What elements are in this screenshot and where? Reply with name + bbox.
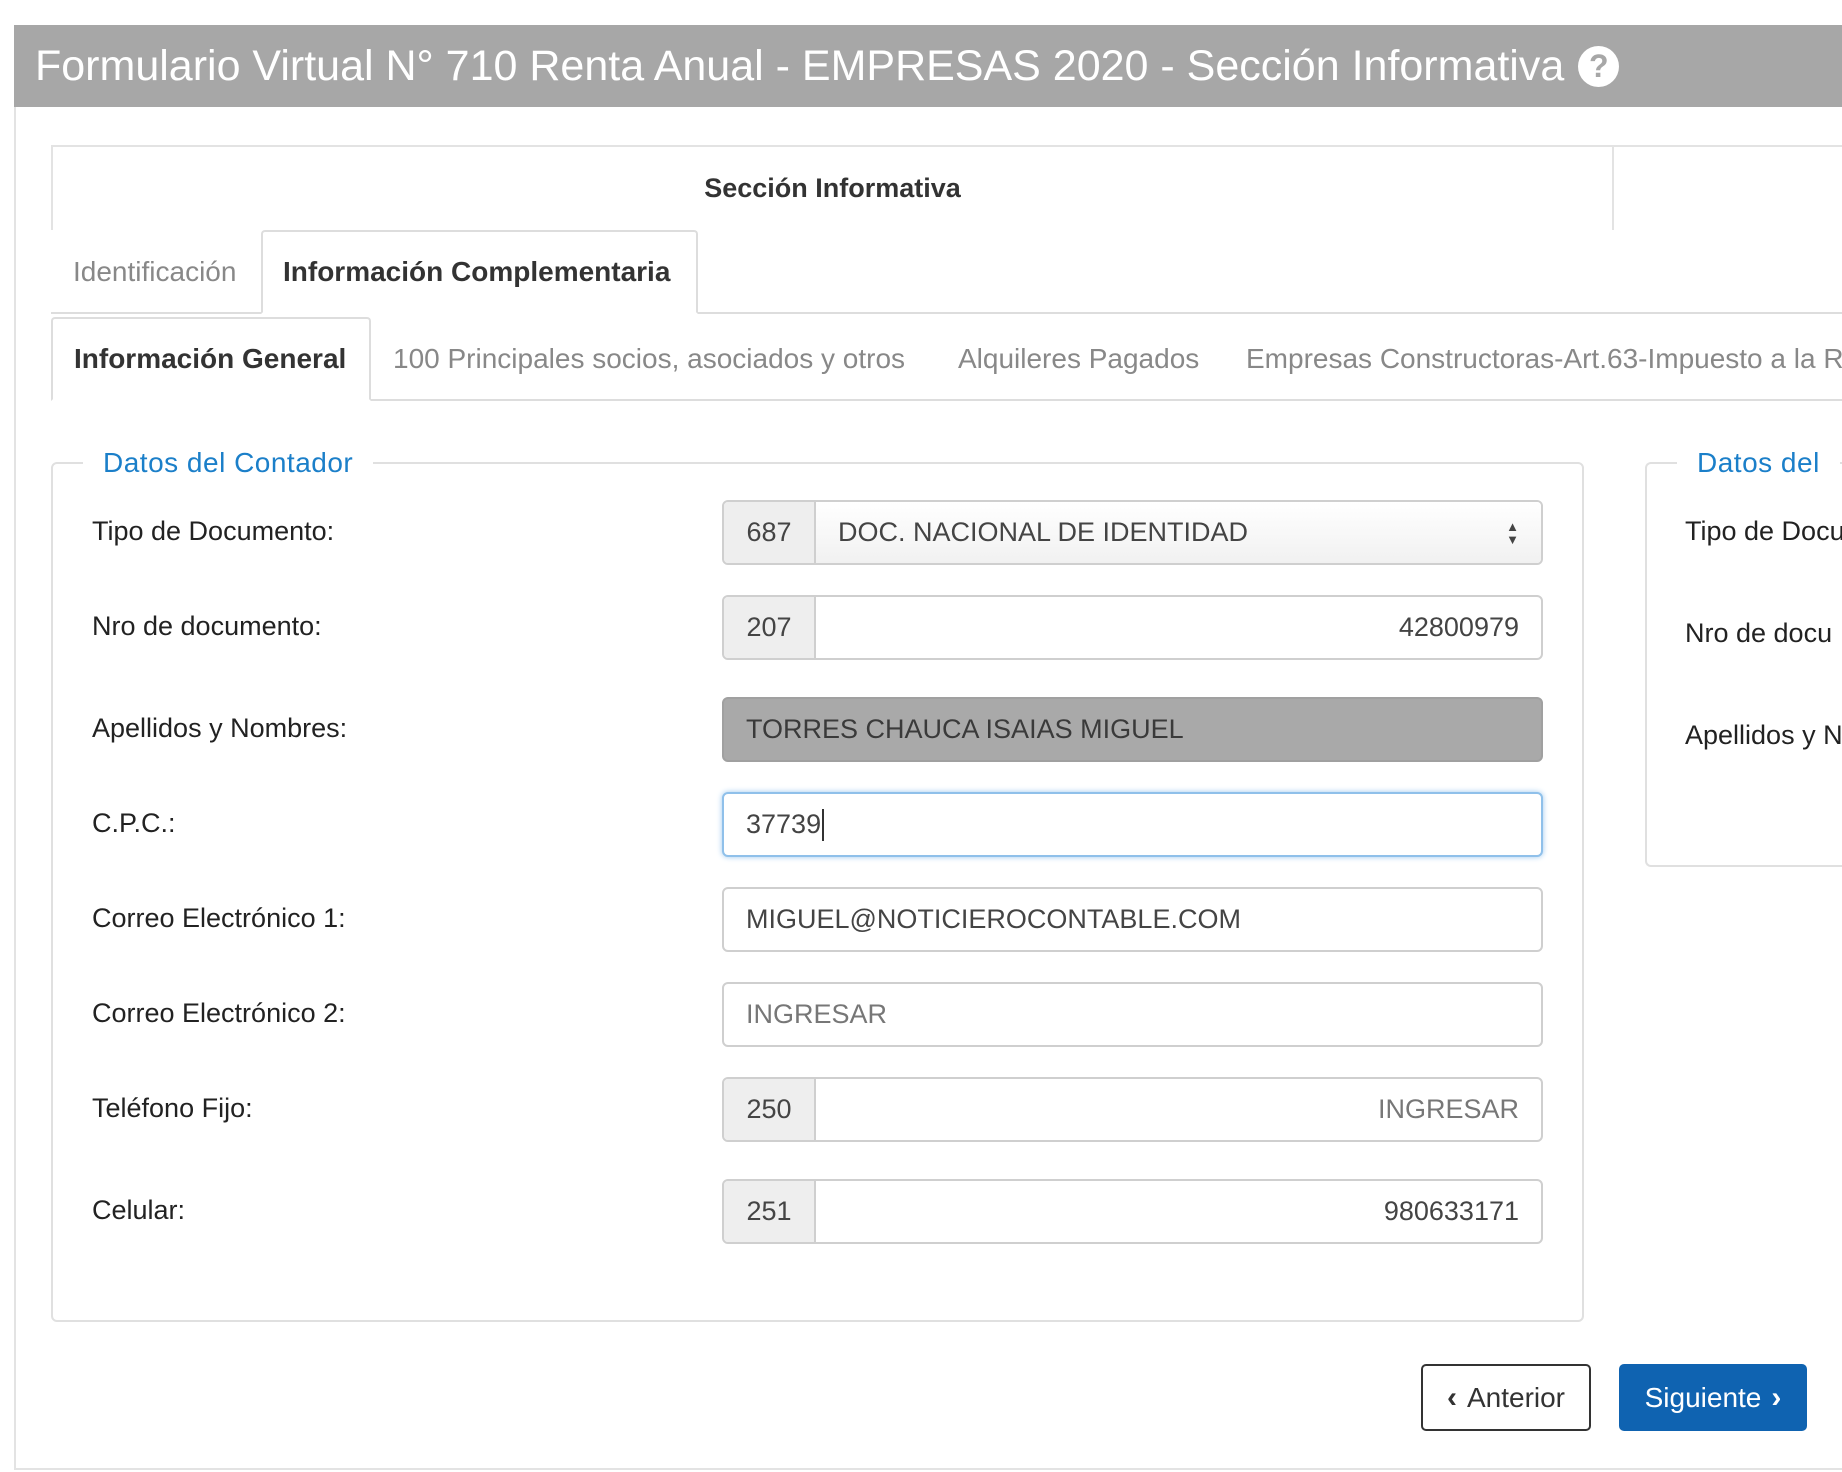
cpc-value: 37739 bbox=[746, 809, 822, 839]
nro-documento-input[interactable]: 207 42800979 bbox=[722, 595, 1543, 660]
apellidos-nombres-label: Apellidos y Nombres: bbox=[92, 713, 348, 743]
tab-alquileres-pagados[interactable]: Alquileres Pagados bbox=[936, 317, 1199, 401]
tab-label: Alquileres Pagados bbox=[958, 343, 1200, 374]
telefono-fijo-code: 250 bbox=[724, 1079, 816, 1140]
cpc-label: C.P.C.: bbox=[92, 808, 176, 838]
right-tipo-documento-label: Tipo de Docu bbox=[1685, 516, 1842, 546]
telefono-fijo-placeholder: INGRESAR bbox=[1377, 1094, 1519, 1124]
tab-principales-socios[interactable]: 100 Principales socios, asociados y otro… bbox=[371, 317, 905, 401]
text-caret bbox=[822, 808, 825, 841]
tipo-documento-value: DOC. NACIONAL DE IDENTIDAD bbox=[838, 517, 1249, 547]
tab-informacion-general[interactable]: Información General bbox=[51, 317, 371, 401]
tab-label: Identificación bbox=[73, 256, 237, 287]
celular-code: 251 bbox=[724, 1181, 816, 1242]
section-header: Sección Informativa bbox=[51, 145, 1614, 230]
select-arrows-icon: ▲ ▼ bbox=[1506, 518, 1519, 547]
chevron-left-icon: ‹ bbox=[1446, 1380, 1457, 1414]
correo1-value: MIGUEL@NOTICIEROCONTABLE.COM bbox=[746, 904, 1241, 934]
correo1-input[interactable]: MIGUEL@NOTICIEROCONTABLE.COM bbox=[722, 887, 1543, 952]
siguiente-label: Siguiente bbox=[1644, 1381, 1762, 1413]
correo1-label: Correo Electrónico 1: bbox=[92, 903, 346, 933]
nro-documento-label: Nro de documento: bbox=[92, 611, 322, 641]
section-title: Sección Informativa bbox=[704, 173, 961, 203]
tab-empresas-constructoras[interactable]: Empresas Constructoras-Art.63-Impuesto a… bbox=[1224, 317, 1842, 401]
telefono-fijo-input[interactable]: 250 INGRESAR bbox=[722, 1077, 1543, 1142]
right-panel: Datos del bbox=[1645, 447, 1842, 867]
nro-documento-code: 207 bbox=[724, 597, 816, 658]
tab-label: Información General bbox=[74, 343, 347, 374]
tab-label: Empresas Constructoras-Art.63-Impuesto a… bbox=[1246, 343, 1842, 374]
correo2-input[interactable]: INGRESAR bbox=[722, 982, 1543, 1047]
tipo-documento-label: Tipo de Documento: bbox=[92, 516, 335, 546]
correo2-label: Correo Electrónico 2: bbox=[92, 998, 346, 1028]
contador-legend: Datos del Contador bbox=[103, 447, 354, 478]
celular-input[interactable]: 251 980633171 bbox=[722, 1179, 1543, 1244]
anterior-label: Anterior bbox=[1466, 1381, 1566, 1413]
siguiente-button[interactable]: Siguiente › bbox=[1619, 1364, 1807, 1431]
right-apellidos-label: Apellidos y N bbox=[1685, 720, 1842, 750]
right-panel-legend: Datos del bbox=[1697, 447, 1820, 478]
chevron-right-icon: › bbox=[1771, 1380, 1782, 1414]
telefono-fijo-label: Teléfono Fijo: bbox=[92, 1093, 253, 1123]
question-circle-icon[interactable]: ? bbox=[1578, 45, 1620, 87]
anterior-button[interactable]: ‹ Anterior bbox=[1421, 1364, 1591, 1431]
section-header-spacer bbox=[1614, 145, 1842, 230]
correo2-placeholder: INGRESAR bbox=[746, 999, 888, 1029]
right-nro-documento-label: Nro de docu bbox=[1685, 618, 1833, 648]
tab-label: Información Complementaria bbox=[283, 256, 671, 287]
window-title: Formulario Virtual N° 710 Renta Anual - … bbox=[35, 41, 1565, 90]
tipo-documento-select[interactable]: 687 DOC. NACIONAL DE IDENTIDAD ▲ ▼ bbox=[722, 500, 1543, 565]
nro-documento-value: 42800979 bbox=[1398, 612, 1519, 642]
cpc-input[interactable]: 37739 bbox=[722, 792, 1543, 857]
celular-value: 980633171 bbox=[1383, 1196, 1519, 1226]
tab-informacion-complementaria[interactable]: Información Complementaria bbox=[261, 230, 698, 314]
window-titlebar: Formulario Virtual N° 710 Renta Anual - … bbox=[14, 25, 1842, 107]
celular-label: Celular: bbox=[92, 1195, 186, 1225]
tab-label: 100 Principales socios, asociados y otro… bbox=[393, 343, 906, 374]
apellidos-nombres-field: TORRES CHAUCA ISAIAS MIGUEL bbox=[722, 697, 1543, 762]
tipo-documento-code: 687 bbox=[724, 502, 816, 563]
apellidos-nombres-value: TORRES CHAUCA ISAIAS MIGUEL bbox=[746, 714, 1184, 744]
tab-identificacion[interactable]: Identificación bbox=[51, 230, 261, 314]
